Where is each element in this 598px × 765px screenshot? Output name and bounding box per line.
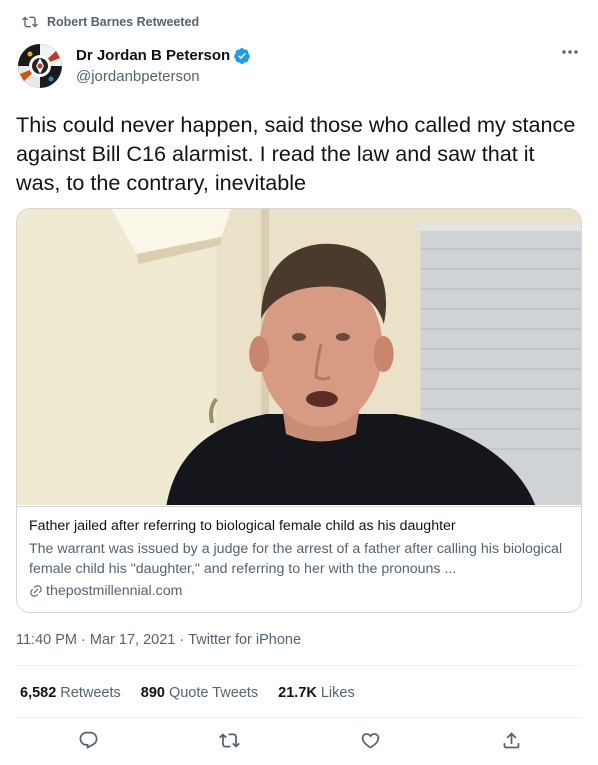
tweet-meta: 11:40 PM · Mar 17, 2021 · Twitter for iP… <box>16 630 301 650</box>
reply-icon <box>79 731 97 749</box>
heart-icon <box>361 732 379 749</box>
retweet-icon <box>22 16 38 28</box>
share-icon <box>503 731 519 748</box>
tweet-source[interactable]: Twitter for iPhone <box>188 630 301 650</box>
likes-stat[interactable]: 21.7K Likes <box>278 683 355 703</box>
tweet-stats: 6,582 Retweets 890 Quote Tweets 21.7K Li… <box>20 683 375 703</box>
card-domain: thepostmillennial.com <box>29 581 569 601</box>
more-dots-icon <box>562 50 578 54</box>
tweet-text: This could never happen, said those who … <box>16 112 576 195</box>
meta-separator: · <box>77 632 90 648</box>
card-title: Father jailed after referring to biologi… <box>29 518 456 534</box>
tweet-time[interactable]: 11:40 PM <box>16 630 77 650</box>
card-domain-label: thepostmillennial.com <box>46 583 183 599</box>
likes-count: 21.7K <box>278 685 317 701</box>
retweeted-by-label: Robert Barnes Retweeted <box>47 15 200 29</box>
retweet-button[interactable] <box>217 728 241 752</box>
retweeted-by-bar[interactable]: Robert Barnes Retweeted <box>22 13 199 31</box>
quote-tweets-count: 890 <box>140 685 165 701</box>
avatar[interactable] <box>16 42 64 90</box>
share-button[interactable] <box>499 728 523 752</box>
card-description: The warrant was issued by a judge for th… <box>29 541 563 577</box>
meta-separator: · <box>175 632 189 648</box>
tweet-author: Dr Jordan B Peterson @jordanbpeterson <box>16 41 582 91</box>
link-icon <box>30 585 42 597</box>
reply-button[interactable] <box>76 728 100 752</box>
retweets-label: Retweets <box>60 685 121 701</box>
quote-tweets-label: Quote Tweets <box>168 685 259 701</box>
retweets-stat[interactable]: 6,582 Retweets <box>20 683 121 703</box>
divider <box>16 717 582 718</box>
verified-badge-icon <box>234 47 251 64</box>
more-options-button[interactable] <box>558 43 582 61</box>
quote-tweets-stat[interactable]: 890 Quote Tweets <box>141 683 258 703</box>
likes-label: Likes <box>320 685 355 701</box>
like-button[interactable] <box>358 728 382 752</box>
retweets-count: 6,582 <box>20 685 57 701</box>
avatar-image <box>16 42 64 90</box>
tweet-actions <box>0 728 598 756</box>
link-card[interactable]: Father jailed after referring to biologi… <box>16 208 582 613</box>
retweet-icon <box>218 732 240 748</box>
divider <box>16 665 582 666</box>
tweet-date[interactable]: Mar 17, 2021 <box>90 630 175 650</box>
card-image <box>17 209 581 505</box>
author-handle[interactable]: @jordanbpeterson <box>76 67 251 86</box>
author-name[interactable]: Dr Jordan B Peterson <box>76 46 230 65</box>
